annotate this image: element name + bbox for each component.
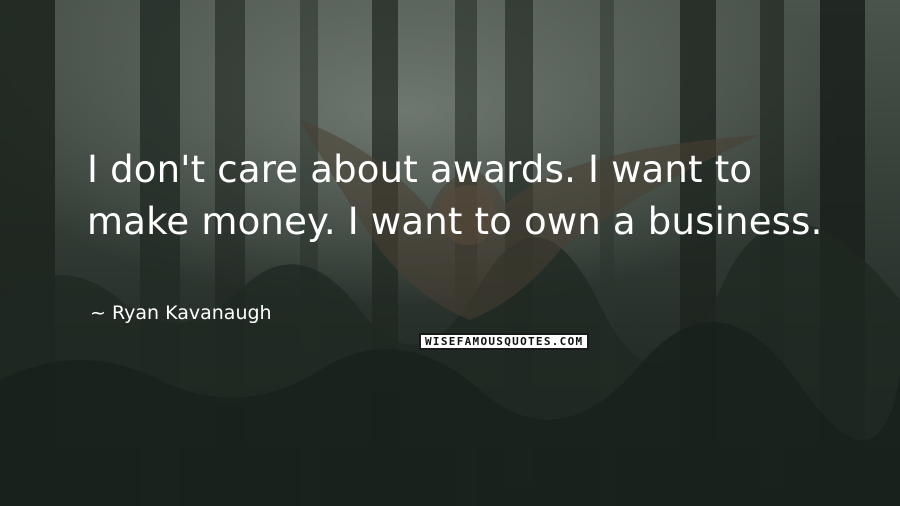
author-prefix: ~ [90,302,106,324]
owl-illustration [300,120,760,320]
author-name: Ryan Kavanaugh [111,302,272,324]
watermark-badge: WISEFAMOUSQUOTES.COM [419,333,590,350]
quote-author: ~ Ryan Kavanaugh [90,302,272,324]
watermark-text: WISEFAMOUSQUOTES.COM [425,335,584,348]
quote-text: I don't care about awards. I want to mak… [87,148,823,243]
quote-card: I don't care about awards. I want to mak… [0,0,900,506]
